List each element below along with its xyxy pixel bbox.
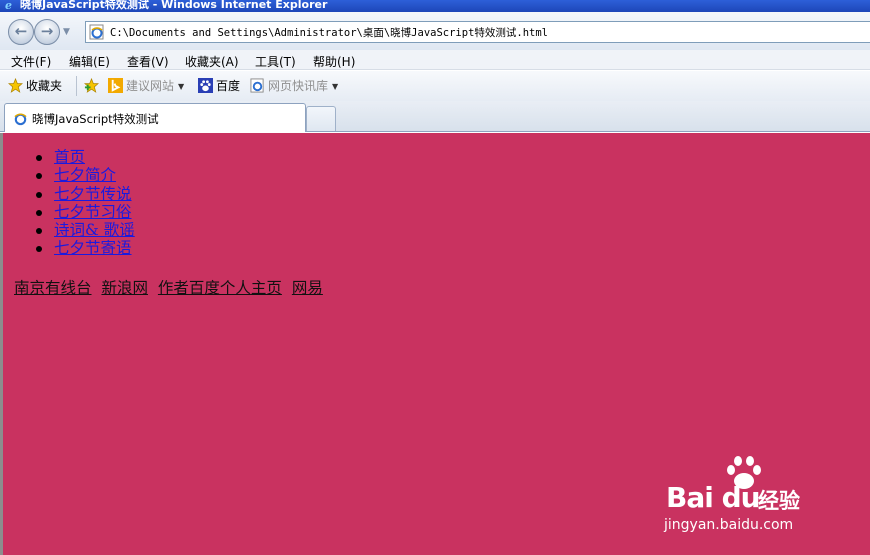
address-toolbar: ← → ▼ C:\Documents and Settings\Administ…: [0, 12, 870, 50]
nav-link-customs[interactable]: 七夕节习俗: [54, 203, 132, 221]
add-star-icon: [84, 78, 99, 93]
arrow-right-icon: →: [40, 22, 54, 40]
star-icon: [8, 78, 23, 93]
menu-edit[interactable]: 编辑(E): [69, 53, 110, 70]
page-content: 首页 七夕简介 七夕节传说 七夕节习俗 诗词& 歌谣 七夕节寄语 南京有线台 新…: [0, 133, 870, 555]
list-item: 七夕节传说: [36, 185, 135, 203]
baidu-label: 百度: [216, 79, 241, 93]
window-title-bar: e 晓博JavaScript特效测试 - Windows Internet Ex…: [0, 0, 870, 12]
list-item: 七夕简介: [36, 166, 135, 184]
nav-link-poems[interactable]: 诗词& 歌谣: [54, 221, 135, 239]
ie-icon: e: [5, 0, 12, 10]
favorites-label: 收藏夹: [26, 79, 63, 93]
suggested-sites-label: 建议网站: [126, 79, 175, 93]
chevron-down-icon: ▼: [178, 82, 185, 91]
nav-link-intro[interactable]: 七夕简介: [54, 166, 116, 184]
back-button[interactable]: ←: [8, 19, 34, 45]
link-netease[interactable]: 网易: [292, 279, 323, 297]
list-item: 诗词& 歌谣: [36, 221, 135, 239]
external-links: 南京有线台 新浪网 作者百度个人主页 网易: [14, 276, 328, 298]
svg-text:e: e: [5, 0, 12, 10]
link-sina[interactable]: 新浪网: [101, 279, 148, 297]
favorites-button[interactable]: 收藏夹: [8, 78, 62, 94]
tab-strip: 晓博JavaScript特效测试: [0, 101, 870, 132]
forward-button[interactable]: →: [34, 19, 60, 45]
list-item: 七夕节习俗: [36, 203, 135, 221]
nav-list: 首页 七夕简介 七夕节传说 七夕节习俗 诗词& 歌谣 七夕节寄语: [36, 148, 135, 258]
web-slice-gallery-button[interactable]: 网页快讯库 ▼: [250, 78, 338, 94]
menu-file[interactable]: 文件(F): [11, 53, 51, 70]
favorites-separator: [76, 76, 77, 96]
tab-title: 晓博JavaScript特效测试: [32, 112, 159, 126]
watermark-jingyan: 经验: [758, 489, 800, 513]
nav-link-legend[interactable]: 七夕节传说: [54, 185, 132, 203]
web-slice-icon: [250, 78, 264, 93]
link-author-baidu[interactable]: 作者百度个人主页: [158, 279, 282, 297]
baidu-favorite[interactable]: 百度: [198, 78, 240, 94]
bing-icon: [108, 78, 123, 93]
menu-bar: 文件(F) 编辑(E) 查看(V) 收藏夹(A) 工具(T) 帮助(H): [0, 50, 870, 70]
baidu-jingyan-watermark: Bai du 经验 jingyan.baidu.com: [664, 455, 824, 535]
nav-link-messages[interactable]: 七夕节寄语: [54, 239, 132, 257]
add-favorite-button[interactable]: [84, 78, 102, 94]
window-title: 晓博JavaScript特效测试 - Windows Internet Expl…: [20, 0, 328, 11]
baidu-paw-icon: [198, 78, 213, 93]
suggested-sites-button[interactable]: 建议网站 ▼: [108, 78, 184, 94]
new-tab-button[interactable]: [306, 106, 336, 131]
web-slice-label: 网页快讯库: [268, 79, 329, 93]
menu-tools[interactable]: 工具(T): [255, 53, 296, 70]
watermark-brand: Bai du: [666, 481, 761, 514]
watermark-url: jingyan.baidu.com: [664, 517, 794, 533]
arrow-left-icon: ←: [14, 22, 28, 40]
nav-link-home[interactable]: 首页: [54, 148, 85, 166]
list-item: 首页: [36, 148, 135, 166]
menu-view[interactable]: 查看(V): [127, 53, 169, 70]
favorites-bar: 收藏夹 建议网站 ▼ 百度 网页快讯库 ▼: [0, 71, 870, 101]
address-field[interactable]: C:\Documents and Settings\Administrator\…: [85, 21, 870, 43]
tab-current-page[interactable]: 晓博JavaScript特效测试: [4, 103, 306, 132]
chevron-down-icon: ▼: [332, 82, 339, 91]
address-url: C:\Documents and Settings\Administrator\…: [110, 27, 549, 39]
menu-help[interactable]: 帮助(H): [313, 53, 355, 70]
ie-page-icon: [89, 24, 104, 40]
link-nanjing-cable[interactable]: 南京有线台: [14, 279, 92, 297]
menu-favorites[interactable]: 收藏夹(A): [185, 53, 239, 70]
list-item: 七夕节寄语: [36, 239, 135, 257]
ie-page-icon: [14, 113, 27, 126]
recent-pages-dropdown-icon[interactable]: ▼: [63, 27, 70, 37]
